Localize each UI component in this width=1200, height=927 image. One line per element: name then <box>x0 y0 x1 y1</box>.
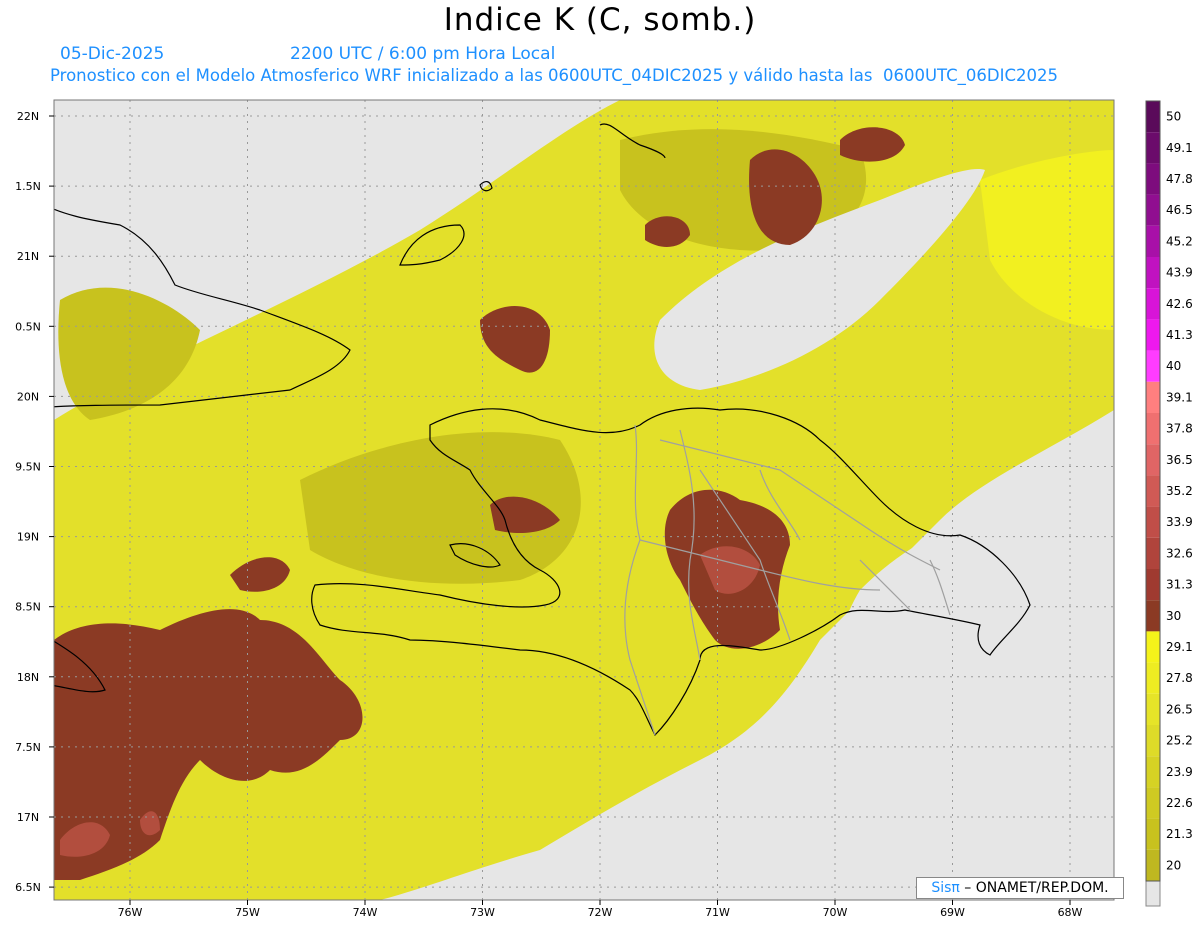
legend-label: 39.1 <box>1166 390 1193 404</box>
legend-swatch <box>1146 381 1160 413</box>
legend-label: 32.6 <box>1166 546 1193 560</box>
legend-swatch <box>1146 506 1160 538</box>
legend-label: 37.8 <box>1166 422 1193 436</box>
legend-swatch <box>1146 101 1160 133</box>
legend-label: 23.9 <box>1166 765 1193 779</box>
legend-swatch <box>1146 225 1160 257</box>
latitude-labels: 22N 1.5N 21N 0.5N 20N 9.5N 19N 8.5N 18N 7.5N 17N 6.… <box>15 110 54 894</box>
legend-colorbar: 50 49.1 47.8 46.5 45.2 43.9 42.6 41.3 40 39.1 37.8… <box>1145 100 1193 907</box>
legend-swatch <box>1146 537 1160 569</box>
latitude-label: 9.5N <box>15 461 41 474</box>
longitude-label: 70W <box>823 906 848 919</box>
legend-swatch <box>1146 569 1160 601</box>
longitude-label: 71W <box>705 906 730 919</box>
latitude-label: 22N <box>17 110 39 123</box>
legend-label: 26.5 <box>1166 702 1193 716</box>
latitude-label: 8.5N <box>15 601 41 614</box>
k-index-map: 22N 1.5N 21N 0.5N 20N 9.5N 19N 8.5N 18N 7.5N 17N 6.… <box>15 99 1193 919</box>
latitude-label: 6.5N <box>15 881 41 894</box>
legend-swatch <box>1146 475 1160 507</box>
legend-label: 33.9 <box>1166 515 1193 529</box>
legend-swatch <box>1146 413 1160 445</box>
legend-swatch-below-min <box>1145 880 1161 907</box>
latitude-label: 1.5N <box>15 180 41 193</box>
longitude-label: 73W <box>470 906 495 919</box>
legend-label: 49.1 <box>1166 141 1193 155</box>
latitude-label: 21N <box>17 250 39 263</box>
legend-swatch <box>1146 288 1160 320</box>
longitude-label: 69W <box>940 906 965 919</box>
latitude-label: 7.5N <box>15 741 41 754</box>
legend-swatch <box>1146 194 1160 226</box>
legend-label: 29.1 <box>1166 640 1193 654</box>
legend-label: 36.5 <box>1166 453 1193 467</box>
legend-swatch <box>1146 257 1160 289</box>
legend-swatch <box>1146 444 1160 476</box>
legend-swatch <box>1146 693 1160 725</box>
longitude-labels: 76W 75W 74W 73W 72W 71W 70W 69W 68W <box>118 900 1083 919</box>
legend-label: 45.2 <box>1166 234 1193 248</box>
legend-swatch <box>1146 132 1160 164</box>
latitude-label: 17N <box>17 811 39 824</box>
legend-label: 50 <box>1166 110 1181 124</box>
legend-swatch <box>1146 163 1160 195</box>
latitude-label: 20N <box>17 390 39 403</box>
legend-label: 25.2 <box>1166 734 1193 748</box>
longitude-label: 76W <box>118 906 143 919</box>
legend-label: 46.5 <box>1166 203 1193 217</box>
legend-label: 30 <box>1166 609 1181 623</box>
legend-swatch <box>1146 662 1160 694</box>
legend-swatch <box>1146 319 1160 351</box>
legend-label: 41.3 <box>1166 328 1193 342</box>
legend-swatch <box>1146 725 1160 757</box>
longitude-label: 72W <box>588 906 613 919</box>
legend-label: 27.8 <box>1166 671 1193 685</box>
latitude-label: 18N <box>17 671 39 684</box>
longitude-label: 75W <box>235 906 260 919</box>
legend-label: 35.2 <box>1166 484 1193 498</box>
legend-label: 42.6 <box>1166 297 1193 311</box>
legend-swatch <box>1146 787 1160 819</box>
map-field <box>54 100 1114 900</box>
credit-text: – ONAMET/REP.DOM. <box>959 880 1109 896</box>
longitude-label: 68W <box>1058 906 1083 919</box>
legend-label: 22.6 <box>1166 796 1193 810</box>
legend-swatch <box>1146 600 1160 632</box>
legend-label: 20 <box>1166 858 1181 872</box>
legend-swatch <box>1146 756 1160 788</box>
legend-label: 21.3 <box>1166 827 1193 841</box>
legend-label: 47.8 <box>1166 172 1193 186</box>
legend-label: 31.3 <box>1166 578 1193 592</box>
longitude-label: 74W <box>353 906 378 919</box>
legend-swatch <box>1146 818 1160 850</box>
legend-label: 43.9 <box>1166 266 1193 280</box>
legend-swatch <box>1146 350 1160 382</box>
sispi-logo: Sisπ <box>931 880 960 896</box>
legend-swatch <box>1146 849 1160 881</box>
latitude-label: 0.5N <box>15 320 41 333</box>
latitude-label: 19N <box>17 531 39 544</box>
legend-swatch <box>1146 631 1160 663</box>
credit-box: Sisπ – ONAMET/REP.DOM. <box>916 877 1124 899</box>
legend-label: 40 <box>1166 359 1181 373</box>
